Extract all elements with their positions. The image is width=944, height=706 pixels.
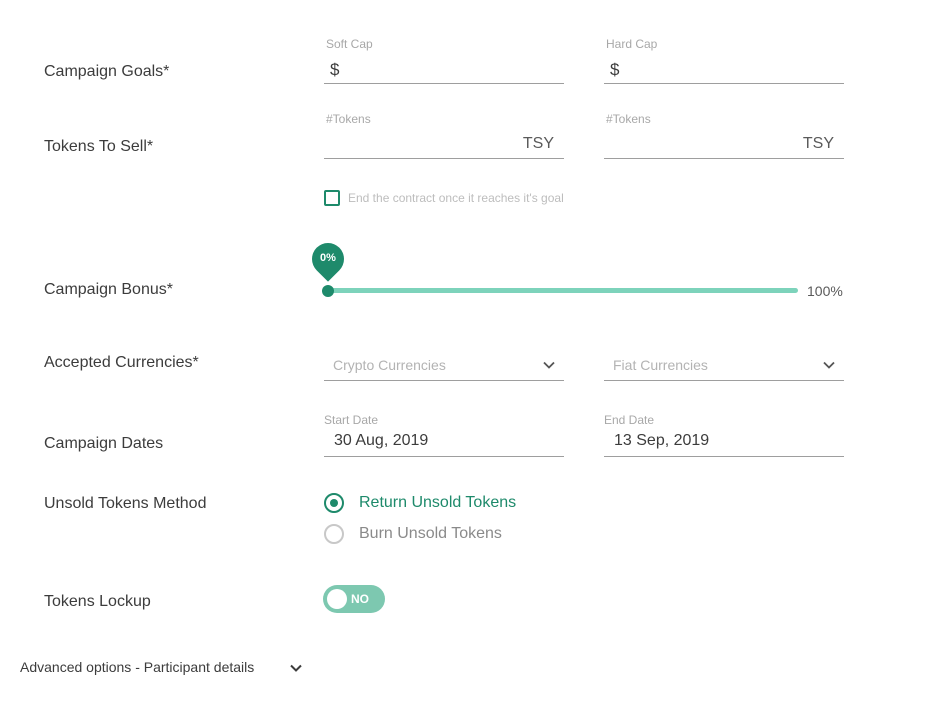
tokens-left-input[interactable]: TSY (324, 127, 564, 159)
soft-cap-input[interactable]: $ (324, 52, 564, 84)
advanced-options-toggle[interactable]: Advanced options - Participant details (20, 659, 254, 675)
tokens-left-suffix: TSY (522, 135, 554, 152)
start-date-input[interactable]: 30 Aug, 2019 (324, 426, 564, 457)
return-unsold-radio[interactable] (324, 493, 344, 513)
soft-cap-currency-prefix: $ (330, 60, 340, 79)
campaign-goals-label: Campaign Goals* (44, 63, 170, 80)
end-contract-checkbox[interactable] (324, 190, 340, 206)
hard-cap-currency-prefix: $ (610, 60, 620, 79)
end-date-value: 13 Sep, 2019 (614, 432, 710, 449)
start-date-value: 30 Aug, 2019 (334, 432, 429, 449)
end-date-input[interactable]: 13 Sep, 2019 (604, 426, 844, 457)
tokens-lockup-toggle[interactable]: NO (323, 585, 385, 613)
bonus-slider-thumb[interactable] (322, 285, 334, 297)
end-date-label: End Date (604, 413, 655, 427)
tokens-right-input[interactable]: TSY (604, 127, 844, 159)
fiat-currencies-select[interactable]: Fiat Currencies (604, 350, 844, 381)
end-contract-label: End the contract once it reaches it's go… (348, 191, 564, 205)
bonus-max-label: 100% (807, 283, 843, 299)
burn-unsold-radio[interactable] (324, 524, 344, 544)
crypto-currencies-select[interactable]: Crypto Currencies (324, 350, 564, 381)
campaign-form: Campaign Goals* Soft Cap $ Hard Cap $ To… (0, 0, 944, 706)
soft-cap-label: Soft Cap (326, 37, 373, 51)
tokens-lockup-label: Tokens Lockup (44, 593, 151, 610)
tokens-right-label: #Tokens (606, 112, 651, 126)
return-unsold-label[interactable]: Return Unsold Tokens (359, 494, 516, 512)
campaign-dates-label: Campaign Dates (44, 435, 164, 452)
start-date-label: Start Date (324, 413, 379, 427)
tokens-right-suffix: TSY (802, 135, 834, 152)
fiat-currencies-placeholder: Fiat Currencies (613, 357, 708, 373)
chevron-down-icon (822, 358, 836, 372)
toggle-knob (327, 589, 347, 609)
chevron-down-icon[interactable] (288, 660, 304, 676)
chevron-down-icon (542, 358, 556, 372)
radio-selected-dot (330, 499, 338, 507)
bonus-slider-track[interactable] (324, 288, 798, 293)
unsold-tokens-label: Unsold Tokens Method (44, 495, 207, 512)
tokens-left-label: #Tokens (326, 112, 371, 126)
crypto-currencies-placeholder: Crypto Currencies (333, 357, 446, 373)
bonus-value-label: 0% (320, 252, 336, 264)
tokens-to-sell-label: Tokens To Sell* (44, 138, 154, 155)
hard-cap-input[interactable]: $ (604, 52, 844, 84)
accepted-currencies-label: Accepted Currencies* (44, 354, 199, 371)
toggle-state-text: NO (351, 592, 369, 606)
hard-cap-label: Hard Cap (606, 37, 658, 51)
campaign-bonus-label: Campaign Bonus* (44, 281, 173, 298)
burn-unsold-label[interactable]: Burn Unsold Tokens (359, 525, 502, 543)
